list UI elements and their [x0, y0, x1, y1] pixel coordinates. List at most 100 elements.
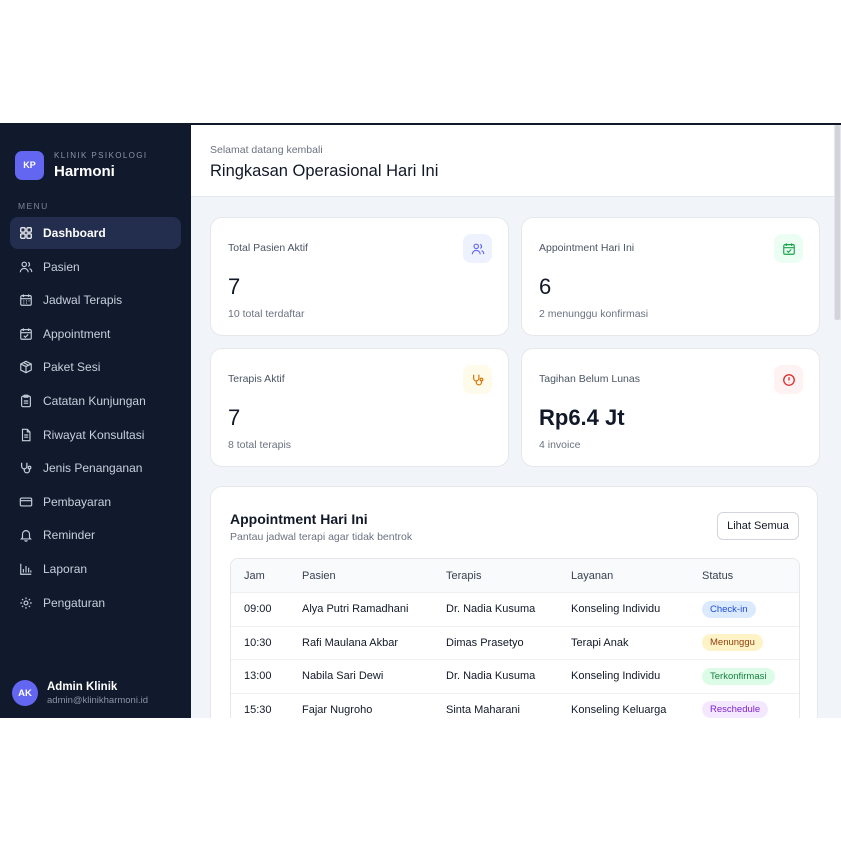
- brand-logo: KP: [15, 150, 44, 180]
- column-header: Layanan: [571, 569, 614, 582]
- document-icon: [19, 428, 33, 442]
- column-header: Status: [702, 569, 734, 582]
- stat-value: 6: [539, 274, 552, 299]
- calendar-icon: [19, 293, 33, 307]
- table-row[interactable]: 13:00 Nabila Sari Dewi Dr. Nadia Kusuma Kon…: [231, 659, 799, 693]
- page-title: Ringkasan Operasional Hari Ini: [210, 162, 439, 180]
- brand-name: Harmoni: [54, 162, 115, 180]
- scrollbar[interactable]: [834, 125, 841, 320]
- scrollbar-thumb[interactable]: [835, 125, 840, 320]
- sidebar-item-label: Jadwal Terapis: [43, 293, 123, 308]
- stat-value: Rp6.4 Jt: [539, 405, 625, 430]
- credit-card-icon: [19, 495, 33, 509]
- main-content: Selamat datang kembali Ringkasan Operasi…: [191, 125, 841, 718]
- sidebar-item-reminder[interactable]: Reminder: [10, 519, 181, 551]
- sidebar-item-laporan[interactable]: Laporan: [10, 553, 181, 585]
- stat-card: Total Pasien Aktif 7 10 total terdaftar: [210, 217, 509, 336]
- sidebar-item-riwayat-konsultasi[interactable]: Riwayat Konsultasi: [10, 419, 181, 451]
- sidebar-item-pasien[interactable]: Pasien: [10, 251, 181, 283]
- panel-title: Appointment Hari Ini: [230, 511, 368, 527]
- cell-time: 10:30: [244, 636, 272, 649]
- table-row[interactable]: 15:30 Fajar Nugroho Sinta Maharani Konselin…: [231, 692, 799, 718]
- sidebar-item-pembayaran[interactable]: Pembayaran: [10, 486, 181, 518]
- bar-chart-icon: [19, 562, 33, 576]
- user-name: Admin Klinik: [47, 680, 118, 693]
- sidebar-item-pengaturan[interactable]: Pengaturan: [10, 587, 181, 619]
- user-profile[interactable]: AK Admin Klinik admin@klinikharmoni.id: [12, 680, 148, 706]
- sidebar-item-label: Pengaturan: [43, 595, 106, 610]
- cell-time: 09:00: [244, 603, 272, 616]
- stat-card: Tagihan Belum Lunas Rp6.4 Jt 4 invoice: [521, 348, 820, 467]
- column-header: Terapis: [446, 569, 482, 582]
- sidebar-item-appointment[interactable]: Appointment: [10, 318, 181, 350]
- cell-patient: Alya Putri Ramadhani: [302, 603, 409, 616]
- sidebar-item-label: Jenis Penanganan: [43, 461, 143, 476]
- cell-patient: Nabila Sari Dewi: [302, 670, 384, 683]
- sidebar-item-catatan-kunjungan[interactable]: Catatan Kunjungan: [10, 385, 181, 417]
- stat-note: 4 invoice: [539, 439, 581, 451]
- cell-therapist: Sinta Maharani: [446, 703, 520, 716]
- cell-service: Terapi Anak: [571, 636, 629, 649]
- greeting: Selamat datang kembali: [210, 144, 323, 156]
- bell-icon: [19, 528, 33, 543]
- table-row[interactable]: 10:30 Rafi Maulana Akbar Dimas Prasetyo Ter…: [231, 625, 799, 660]
- stat-value: 7: [228, 405, 241, 430]
- cell-service: Konseling Individu: [571, 603, 661, 616]
- appointments-panel: Appointment Hari Ini Pantau jadwal terap…: [210, 486, 818, 718]
- users-icon: [19, 260, 33, 274]
- cell-patient: Rafi Maulana Akbar: [302, 636, 398, 649]
- app-window: KP KLINIK PSIKOLOGI Harmoni MENU Dashboa…: [0, 123, 841, 718]
- cell-therapist: Dr. Nadia Kusuma: [446, 603, 536, 616]
- package-icon: [19, 360, 33, 374]
- sidebar-nav: Dashboard Pasien Jadwal Terapis Appointment…: [0, 217, 191, 619]
- menu-label: MENU: [18, 201, 49, 211]
- calendar-check-icon: [774, 234, 803, 263]
- stat-note: 8 total terapis: [228, 439, 292, 451]
- clipboard-icon: [19, 394, 33, 408]
- brand-subtitle: KLINIK PSIKOLOGI: [54, 150, 148, 160]
- cell-time: 13:00: [244, 670, 272, 683]
- panel-subtitle: Pantau jadwal terapi agar tidak bentrok: [230, 531, 413, 543]
- sidebar-item-jadwal-terapis[interactable]: Jadwal Terapis: [10, 284, 181, 316]
- status-badge: Check-in: [702, 600, 756, 618]
- sidebar-item-paket-sesi[interactable]: Paket Sesi: [10, 351, 181, 383]
- stat-note: 10 total terdaftar: [228, 308, 305, 320]
- calendar-check-icon: [19, 327, 33, 341]
- user-email: admin@klinikharmoni.id: [47, 694, 148, 706]
- dashboard-icon: [19, 226, 33, 240]
- cell-time: 15:30: [244, 703, 272, 716]
- cell-service: Konseling Keluarga: [571, 703, 667, 716]
- sidebar-item-label: Dashboard: [43, 226, 106, 240]
- stat-note: 2 menunggu konfirmasi: [539, 308, 649, 320]
- stat-value: 7: [228, 274, 241, 299]
- sidebar-item-label: Pasien: [43, 259, 80, 274]
- avatar: AK: [12, 680, 38, 706]
- sidebar-item-label: Appointment: [43, 326, 111, 341]
- sidebar-item-label: Catatan Kunjungan: [43, 393, 146, 408]
- table-row[interactable]: 09:00 Alya Putri Ramadhani Dr. Nadia Kusum…: [231, 592, 799, 626]
- users-icon: [463, 234, 492, 263]
- column-header: Jam: [244, 569, 265, 582]
- sidebar-item-dashboard[interactable]: Dashboard: [10, 217, 181, 249]
- stethoscope-icon: [19, 461, 33, 475]
- topbar: Selamat datang kembali Ringkasan Operasi…: [191, 125, 841, 197]
- cell-service: Konseling Individu: [571, 670, 661, 683]
- column-header: Pasien: [302, 569, 336, 582]
- cell-therapist: Dr. Nadia Kusuma: [446, 670, 536, 683]
- view-all-button[interactable]: Lihat Semua: [717, 512, 799, 540]
- gear-icon: [19, 596, 33, 610]
- cell-therapist: Dimas Prasetyo: [446, 636, 524, 649]
- brand[interactable]: KP KLINIK PSIKOLOGI Harmoni: [0, 125, 191, 187]
- sidebar-item-label: Paket Sesi: [43, 360, 101, 375]
- stethoscope-icon: [463, 365, 492, 394]
- stat-card: Terapis Aktif 7 8 total terapis: [210, 348, 509, 467]
- status-badge: Reschedule: [702, 701, 769, 718]
- sidebar: KP KLINIK PSIKOLOGI Harmoni MENU Dashboa…: [0, 125, 191, 718]
- sidebar-item-jenis-penanganan[interactable]: Jenis Penanganan: [10, 452, 181, 484]
- table-header: Jam Pasien Terapis Layanan Status: [231, 559, 799, 592]
- appointments-table: Jam Pasien Terapis Layanan Status 09:00 Alya P…: [230, 558, 800, 718]
- status-badge: Terkonfirmasi: [702, 667, 775, 685]
- status-badge: Menunggu: [702, 634, 763, 652]
- sidebar-item-label: Laporan: [43, 561, 88, 576]
- stat-card: Appointment Hari Ini 6 2 menunggu konfirma…: [521, 217, 820, 336]
